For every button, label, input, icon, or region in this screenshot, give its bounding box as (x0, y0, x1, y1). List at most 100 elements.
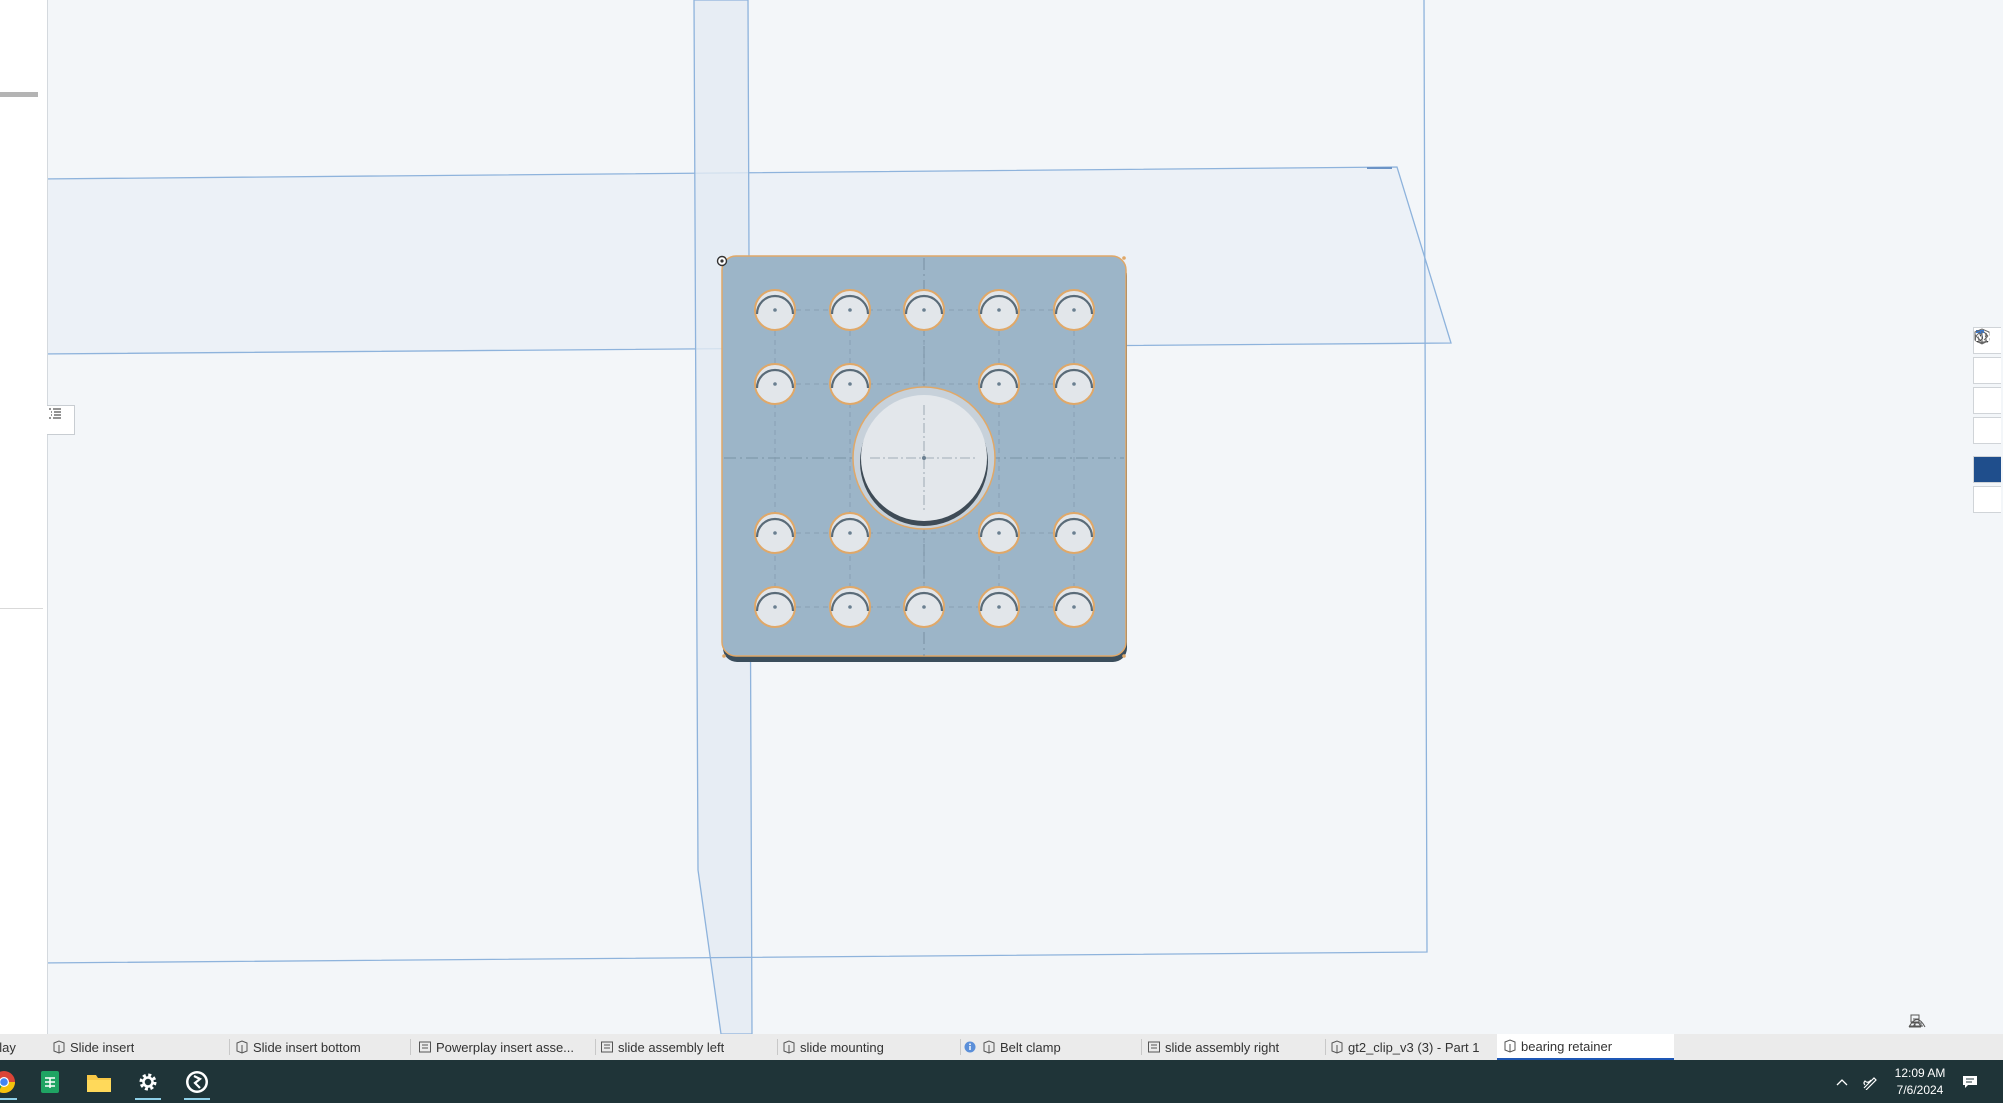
part-studio-icon (53, 1040, 65, 1054)
center-bore[interactable] (852, 386, 996, 530)
assembly-icon (1148, 1041, 1160, 1053)
hole-center-point (848, 531, 852, 535)
tab-label: Belt clamp (1000, 1039, 1061, 1055)
through-hole[interactable] (978, 289, 1020, 331)
variables-button[interactable]: (x) (1973, 331, 2001, 444)
through-hole[interactable] (829, 289, 871, 331)
hole-center-point (922, 605, 926, 609)
notifications-icon[interactable] (1960, 1072, 1980, 1092)
gear-icon (139, 1073, 157, 1091)
right-toolbar: (x) MK (1973, 327, 2003, 516)
document-tab[interactable]: slide assembly left (594, 1034, 769, 1060)
3d-scene[interactable] (0, 0, 2003, 1034)
corner-vertex[interactable] (1122, 654, 1126, 658)
hole-center-point (997, 605, 1001, 609)
through-hole[interactable] (829, 363, 871, 405)
document-tab-bar: play Slide insert Slide insert bottom Power… (0, 1034, 2003, 1060)
hole-center-point (997, 308, 1001, 312)
corner-vertex[interactable] (1122, 256, 1126, 260)
hole-center-point (773, 308, 777, 312)
info-icon (964, 1041, 976, 1053)
through-hole[interactable] (829, 586, 871, 628)
through-hole[interactable] (829, 512, 871, 554)
windows-taskbar (0, 1060, 2003, 1103)
hole-center-point (922, 308, 926, 312)
tray-overflow-chevron-icon[interactable] (1832, 1072, 1852, 1092)
through-hole[interactable] (754, 363, 796, 405)
part-studio-icon (1504, 1039, 1516, 1053)
document-tab[interactable]: Slide insert bottom (229, 1034, 402, 1060)
zoom-to-fit-icon[interactable] (1909, 1014, 1991, 1030)
document-tab[interactable]: Belt clamp (958, 1034, 1133, 1060)
panel-divider (0, 608, 43, 609)
tab-label: slide assembly right (1165, 1039, 1280, 1055)
through-hole[interactable] (978, 586, 1020, 628)
perspective-icon[interactable] (1908, 1014, 1959, 1030)
tab-label: gt2_clip_v3 (3) - Part 1 (1348, 1039, 1480, 1055)
mk-app-button[interactable]: MK (1973, 331, 2001, 483)
hole-center-point (773, 605, 777, 609)
bearing-retainer-part[interactable] (721, 255, 1127, 662)
part-studio-icon (983, 1040, 995, 1054)
document-tab[interactable]: slide mounting (776, 1034, 952, 1060)
through-hole[interactable] (754, 289, 796, 331)
part-studio-icon (783, 1040, 795, 1054)
through-hole[interactable] (754, 512, 796, 554)
through-hole[interactable] (1053, 363, 1095, 405)
assembly-icon (419, 1041, 431, 1053)
document-tab[interactable]: play (0, 1034, 36, 1060)
through-hole[interactable] (1053, 512, 1095, 554)
tab-separator (410, 1039, 411, 1055)
hole-center-point (1072, 605, 1076, 609)
onshape-app-button[interactable] (179, 1066, 215, 1100)
origin-dot (720, 259, 724, 263)
hole-center-point (848, 382, 852, 386)
system-clock[interactable]: 12:09 AM 7/6/2024 (1870, 1065, 1970, 1099)
tab-label: slide mounting (800, 1039, 884, 1055)
explode-button[interactable] (1973, 331, 2001, 513)
through-hole[interactable] (754, 586, 796, 628)
explode-icon (1975, 331, 1989, 341)
graphics-viewport[interactable]: (x) MK (0, 0, 2003, 1034)
hole-center-point (1072, 308, 1076, 312)
hole-center-point (1072, 382, 1076, 386)
tab-label: Slide insert bottom (253, 1039, 361, 1055)
hole-center-point (773, 531, 777, 535)
document-tab[interactable]: Slide insert (46, 1034, 221, 1060)
settings-button[interactable] (130, 1066, 166, 1100)
document-tab[interactable]: Powerplay insert asse... (412, 1034, 587, 1060)
document-tab[interactable]: bearing retainer (1497, 1034, 1674, 1060)
left-panel-strip (0, 0, 48, 1034)
through-hole[interactable] (903, 586, 945, 628)
hole-center-point (1072, 531, 1076, 535)
section-view-button[interactable] (1973, 328, 2001, 414)
part-studio-icon (236, 1040, 248, 1054)
list-icon (49, 408, 61, 419)
document-tab[interactable]: gt2_clip_v3 (3) - Part 1 (1324, 1034, 1500, 1060)
sheets-icon (41, 1071, 59, 1093)
tab-label: Powerplay insert asse... (436, 1039, 575, 1055)
tab-label: slide assembly left (618, 1039, 725, 1055)
through-hole[interactable] (903, 289, 945, 331)
hole-center-point (997, 531, 1001, 535)
through-hole[interactable] (978, 512, 1020, 554)
hole-center-point (773, 382, 777, 386)
feature-list-toggle[interactable] (47, 405, 75, 435)
through-hole[interactable] (1053, 586, 1095, 628)
chrome-app-button[interactable] (0, 1066, 22, 1100)
tab-label: bearing retainer (1521, 1038, 1613, 1054)
hole-center-point (997, 382, 1001, 386)
hole-center-point (848, 308, 852, 312)
sheets-app-button[interactable] (32, 1066, 68, 1098)
view-controls (1907, 1014, 1991, 1030)
panel-resize-handle[interactable] (0, 92, 38, 97)
display-mode-button[interactable] (1973, 330, 2001, 384)
through-hole[interactable] (978, 363, 1020, 405)
tab-label: Slide insert (70, 1039, 135, 1055)
file-explorer-button[interactable] (81, 1066, 117, 1098)
document-tab[interactable]: slide assembly right (1141, 1034, 1317, 1060)
assembly-icon (601, 1041, 613, 1053)
chrome-icon (0, 1071, 15, 1093)
corner-vertex[interactable] (722, 654, 726, 658)
through-hole[interactable] (1053, 289, 1095, 331)
